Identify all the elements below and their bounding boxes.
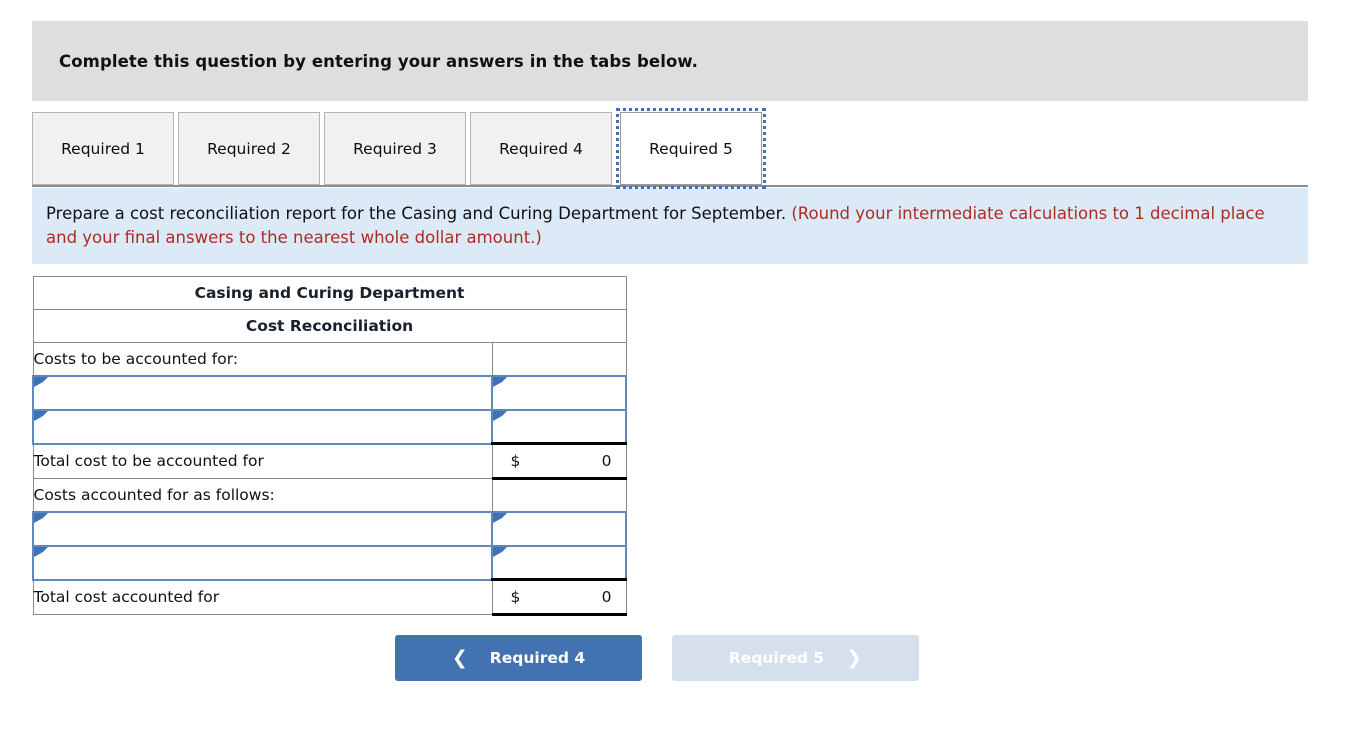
instruction-main: Prepare a cost reconciliation report for… [46,204,787,223]
dropdown-marker-icon [34,410,48,421]
tab-required-4[interactable]: Required 4 [470,112,612,185]
chevron-left-icon: ❮ [451,646,468,669]
section-value-cell [491,342,627,376]
total-amount-value: 0 [601,588,612,606]
tab-required-2[interactable]: Required 2 [178,112,320,185]
total-amount-cell: $0 [491,442,627,480]
previous-requirement-button[interactable]: ❮ Required 4 [395,635,642,681]
total-row-label: Total cost to be accounted for [32,443,493,479]
instruction-panel: Prepare a cost reconciliation report for… [32,188,1308,264]
dropdown-marker-icon [34,376,48,387]
total-row-label: Total cost accounted for [32,579,493,615]
cost-reconciliation-table: Casing and Curing Department Cost Reconc… [32,276,627,616]
tab-required-3[interactable]: Required 3 [324,112,466,185]
amount-input-cell[interactable] [491,408,627,445]
account-dropdown-cell[interactable] [32,374,493,411]
account-dropdown-cell[interactable] [32,544,493,581]
requirement-tabs: Required 1 Required 2 Required 3 Required 4… [32,108,1308,189]
section-value-cell [491,478,627,512]
tab-required-5[interactable]: Required 5 [616,108,766,189]
question-page: Complete this question by entering your … [0,0,1356,743]
table-row: Costs accounted for as follows: [32,478,627,512]
section-label: Costs to be accounted for: [32,342,493,376]
dropdown-marker-icon [34,512,48,523]
amount-input-cell[interactable] [491,374,627,411]
table-row [32,544,627,581]
account-dropdown-cell[interactable] [32,408,493,445]
requirement-navigation: ❮ Required 4 Required 5 ❯ [395,635,919,681]
chevron-right-icon: ❯ [846,646,863,669]
dropdown-marker-icon [493,546,507,557]
question-banner-text: Complete this question by entering your … [59,51,699,71]
table-row: Costs to be accounted for: [32,342,627,376]
currency-symbol: $ [510,588,521,606]
tab-label: Required 1 [61,139,145,158]
tab-label: Required 2 [207,139,291,158]
section-label: Costs accounted for as follows: [32,478,493,512]
amount-input-cell[interactable] [491,544,627,581]
tab-required-1[interactable]: Required 1 [32,112,174,185]
table-subheader-row: Cost Reconciliation [32,309,627,343]
total-amount-cell: $0 [491,578,627,616]
sheet-title: Casing and Curing Department [32,276,627,310]
table-row: Total cost accounted for $0 [32,578,627,616]
question-banner: Complete this question by entering your … [32,21,1308,101]
tab-label: Required 3 [353,139,437,158]
next-requirement-label: Required 5 [728,649,825,667]
total-amount-value: 0 [601,452,612,470]
amount-input-cell[interactable] [491,510,627,547]
previous-requirement-label: Required 4 [489,649,586,667]
table-row [32,510,627,547]
account-dropdown-cell[interactable] [32,510,493,547]
dropdown-marker-icon [493,512,507,523]
tab-label: Required 4 [499,139,583,158]
table-row: Total cost to be accounted for $0 [32,442,627,480]
dropdown-marker-icon [493,410,507,421]
dropdown-marker-icon [34,546,48,557]
sheet-subtitle: Cost Reconciliation [32,309,627,343]
table-row [32,408,627,445]
table-header-row: Casing and Curing Department [32,276,627,310]
table-row [32,374,627,411]
currency-symbol: $ [510,452,521,470]
dropdown-marker-icon [493,376,507,387]
tab-label: Required 5 [649,139,733,158]
next-requirement-button[interactable]: Required 5 ❯ [672,635,919,681]
